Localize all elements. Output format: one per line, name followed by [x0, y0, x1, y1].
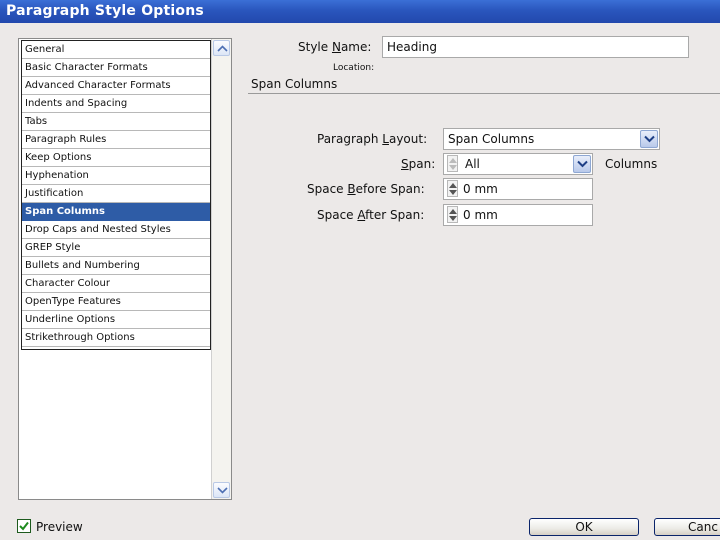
sidebar-item-character-colour[interactable]: Character Colour [22, 275, 210, 293]
sidebar-item-advanced-character-formats[interactable]: Advanced Character Formats [22, 77, 210, 95]
chevron-down-icon [577, 160, 588, 168]
sidebar-item-general[interactable]: General [22, 41, 210, 59]
span-value: All [465, 157, 480, 171]
sidebar-item-underline-options[interactable]: Underline Options [22, 311, 210, 329]
chevron-down-icon [217, 487, 228, 494]
ok-button[interactable]: OK [529, 518, 639, 536]
paragraph-layout-select[interactable]: Span Columns [443, 128, 660, 150]
space-after-value: 0 mm [463, 208, 498, 222]
sidebar-item-basic-character-formats[interactable]: Basic Character Formats [22, 59, 210, 77]
sidebar-item-drop-caps-and-nested-styles[interactable]: Drop Caps and Nested Styles [22, 221, 210, 239]
sidebar-item-span-columns[interactable]: Span Columns [22, 203, 210, 221]
scroll-up-button[interactable] [213, 40, 230, 56]
span-unit-label: Columns [605, 157, 658, 171]
space-after-label: Space After Span: [317, 208, 425, 222]
sidebar-item-strikethrough-options[interactable]: Strikethrough Options [22, 329, 210, 347]
paragraph-layout-value: Span Columns [448, 132, 535, 146]
style-name-label: Style Name: [298, 40, 372, 54]
window-title: Paragraph Style Options [6, 3, 204, 19]
sidebar-item-hyphenation[interactable]: Hyphenation [22, 167, 210, 185]
sidebar-item-indents-and-spacing[interactable]: Indents and Spacing [22, 95, 210, 113]
sidebar-item-opentype-features[interactable]: OpenType Features [22, 293, 210, 311]
sidebar-item-bullets-and-numbering[interactable]: Bullets and Numbering [22, 257, 210, 275]
category-list-items: General Basic Character Formats Advanced C… [21, 40, 211, 350]
paragraph-layout-dropdown-button[interactable] [640, 130, 658, 148]
style-name-input[interactable]: Heading [382, 36, 689, 58]
space-before-value: 0 mm [463, 182, 498, 196]
span-dropdown-button[interactable] [573, 155, 591, 173]
sidebar-item-justification[interactable]: Justification [22, 185, 210, 203]
preview-checkbox[interactable] [17, 519, 31, 533]
space-before-label: Space Before Span: [307, 182, 425, 196]
sidebar-item-paragraph-rules[interactable]: Paragraph Rules [22, 131, 210, 149]
title-bar: Paragraph Style Options [0, 0, 720, 23]
space-after-field[interactable]: 0 mm [443, 204, 593, 226]
space-before-field[interactable]: 0 mm [443, 178, 593, 200]
category-list-scrollbar[interactable] [211, 39, 231, 499]
location-label: Location: [333, 63, 375, 73]
chevron-down-icon [644, 135, 655, 143]
space-before-stepper[interactable] [447, 180, 458, 197]
sidebar-item-keep-options[interactable]: Keep Options [22, 149, 210, 167]
sidebar-item-tabs[interactable]: Tabs [22, 113, 210, 131]
span-stepper [447, 155, 458, 172]
span-select[interactable]: All [443, 153, 593, 175]
scroll-down-button[interactable] [213, 482, 230, 498]
chevron-up-icon [217, 45, 228, 52]
category-list[interactable]: General Basic Character Formats Advanced C… [18, 38, 232, 500]
section-divider [248, 93, 720, 94]
sidebar-item-grep-style[interactable]: GREP Style [22, 239, 210, 257]
paragraph-layout-label: Paragraph Layout: [317, 132, 428, 146]
space-after-stepper[interactable] [447, 206, 458, 223]
span-label: Span: [401, 157, 436, 171]
checkmark-icon [19, 521, 29, 531]
preview-label: Preview [36, 520, 83, 534]
cancel-button[interactable]: Canc [654, 518, 720, 536]
section-title: Span Columns [251, 77, 338, 91]
